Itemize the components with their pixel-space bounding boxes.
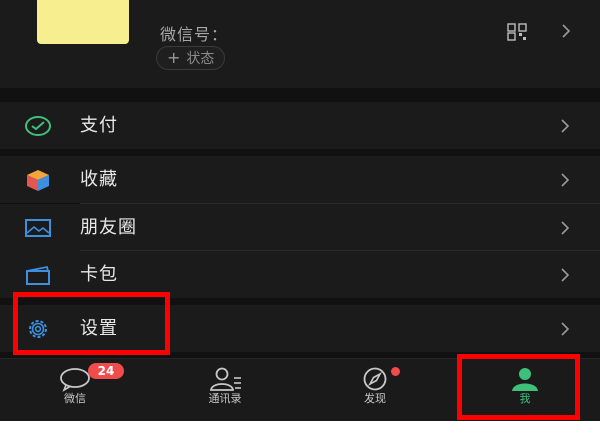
favorites-cube-icon	[27, 170, 49, 191]
chevron-right-icon	[561, 322, 570, 336]
chevron-right-icon	[561, 268, 570, 282]
pay-icon	[25, 116, 51, 136]
plus-icon: +	[167, 48, 181, 67]
highlight-box-me-tab	[457, 354, 580, 420]
chat-bubble-icon	[60, 368, 90, 392]
moments-picture-icon	[25, 219, 51, 237]
tab-label-discover: 发现	[364, 392, 386, 405]
chevron-right-icon	[561, 221, 570, 235]
tab-label-chats: 微信	[64, 392, 86, 405]
qr-code-icon[interactable]	[507, 23, 527, 41]
me-page: 微信号： + 状态 支付 收藏 朋友圈 卡包 设置 24 微信 通讯录 发现 我	[0, 0, 600, 421]
chevron-right-icon	[561, 119, 570, 133]
chevron-right-icon	[562, 24, 571, 38]
status-label: 状态	[186, 51, 215, 67]
avatar[interactable]	[37, 0, 129, 44]
menu-label-pay: 支付	[80, 115, 118, 136]
menu-label-favorites: 收藏	[80, 169, 118, 190]
menu-label-moments: 朋友圈	[80, 217, 137, 238]
new-dot-indicator	[391, 367, 400, 376]
tab-chats[interactable]: 24 微信	[0, 359, 150, 421]
tab-contacts[interactable]: 通讯录	[150, 359, 300, 421]
card-wallet-icon	[26, 265, 50, 285]
wechat-id-label: 微信号：	[160, 25, 229, 44]
status-button[interactable]: + 状态	[156, 46, 226, 70]
menu-item-moments[interactable]: 朋友圈	[0, 204, 600, 251]
menu-label-cards: 卡包	[80, 264, 118, 285]
chevron-right-icon	[561, 173, 570, 187]
compass-icon	[363, 367, 387, 391]
menu-item-cards[interactable]: 卡包	[0, 251, 600, 298]
profile-header[interactable]: 微信号： + 状态	[0, 0, 600, 88]
menu-item-favorites[interactable]: 收藏	[0, 156, 600, 203]
highlight-box-settings	[13, 292, 170, 355]
menu-item-pay[interactable]: 支付	[0, 102, 600, 149]
unread-badge: 24	[88, 363, 124, 379]
tab-discover[interactable]: 发现	[300, 359, 450, 421]
tab-label-contacts: 通讯录	[208, 392, 242, 405]
contacts-icon	[209, 367, 241, 391]
